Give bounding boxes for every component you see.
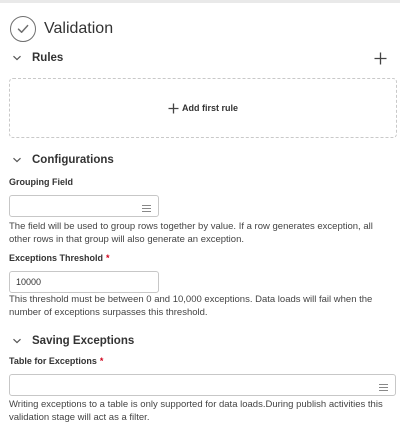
- table-for-exceptions-help: Writing exceptions to a table is only su…: [9, 399, 383, 423]
- top-divider: [0, 0, 400, 3]
- required-asterisk: *: [106, 253, 110, 263]
- page-title: Validation: [44, 20, 114, 37]
- rules-section-header[interactable]: Rules: [10, 49, 390, 67]
- grouping-field-select[interactable]: [9, 195, 159, 217]
- list-icon[interactable]: [141, 201, 152, 212]
- table-for-exceptions-label: Table for Exceptions *: [9, 356, 104, 366]
- grouping-field-label: Grouping Field: [9, 177, 73, 187]
- required-asterisk: *: [99, 356, 104, 366]
- configurations-title: Configurations: [32, 154, 114, 166]
- exceptions-threshold-label: Exceptions Threshold *: [9, 253, 110, 263]
- grouping-field-help: The field will be used to group rows tog…: [9, 221, 373, 245]
- add-first-rule-button[interactable]: Add first rule: [168, 103, 238, 114]
- saving-exceptions-section-header[interactable]: Saving Exceptions: [10, 332, 390, 350]
- chevron-down-icon[interactable]: [10, 153, 24, 167]
- check-circle-icon: [10, 16, 36, 42]
- exceptions-threshold-help: This threshold must be between 0 and 10,…: [9, 294, 373, 318]
- configurations-section-header[interactable]: Configurations: [10, 151, 390, 169]
- exceptions-threshold-input[interactable]: 10000: [9, 271, 159, 293]
- add-first-rule-label: Add first rule: [181, 103, 238, 113]
- page-header: Validation: [10, 14, 113, 44]
- chevron-down-icon[interactable]: [10, 51, 24, 65]
- rules-dropzone: Add first rule: [9, 78, 397, 138]
- chevron-down-icon[interactable]: [10, 334, 24, 348]
- saving-exceptions-title: Saving Exceptions: [32, 335, 135, 347]
- add-rule-plus-icon[interactable]: [372, 49, 388, 67]
- list-icon[interactable]: [378, 380, 389, 391]
- plus-icon: [168, 103, 179, 114]
- exceptions-threshold-value: 10000: [16, 277, 42, 287]
- table-for-exceptions-select[interactable]: [9, 374, 396, 396]
- rules-title: Rules: [32, 52, 64, 64]
